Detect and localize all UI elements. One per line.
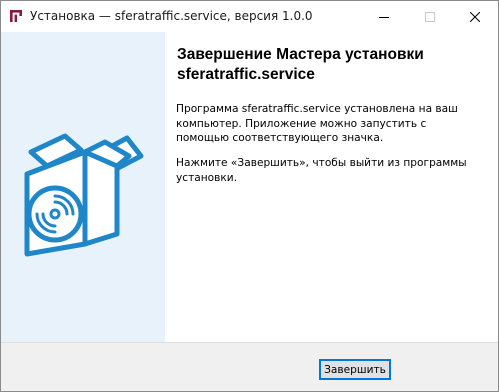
close-icon [470, 11, 480, 22]
maximize-button[interactable] [407, 1, 453, 32]
minimize-icon [379, 16, 389, 18]
wizard-content: Завершение Мастера установки sferatraffi… [165, 32, 498, 342]
finish-button[interactable]: Завершить [319, 359, 391, 380]
install-complete-text: Программа sferatraffic.service установле… [176, 103, 458, 145]
minimize-button[interactable] [361, 1, 407, 32]
window-title: Установка — sferatraffic.service, версия… [30, 9, 313, 23]
wizard-side-panel [1, 32, 165, 342]
wizard-footer: Завершить [1, 342, 498, 391]
maximize-icon [425, 11, 435, 22]
finish-instruction-text: Нажмите «Завершить», чтобы выйти из прог… [176, 157, 467, 184]
close-button[interactable] [452, 1, 498, 32]
app-logo-icon [9, 9, 23, 23]
installer-window: Установка — sferatraffic.service, версия… [0, 0, 499, 392]
page-title: Завершение Мастера установки sferatraffi… [177, 46, 424, 83]
title-bar[interactable]: Установка — sferatraffic.service, версия… [1, 1, 498, 32]
software-box-icon [24, 133, 144, 257]
